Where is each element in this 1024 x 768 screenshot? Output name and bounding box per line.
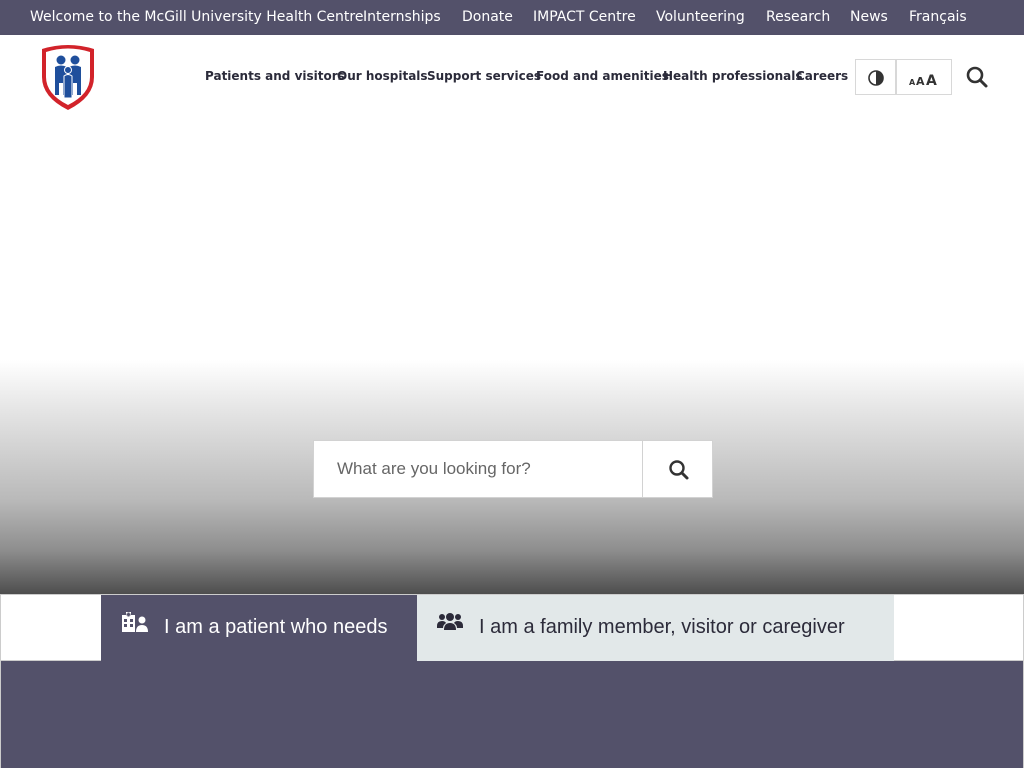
audience-tabs: I am a patient who needs I am a family m… (0, 594, 1024, 661)
topbar-link-donate[interactable]: Donate (462, 0, 513, 35)
search-icon (669, 460, 689, 480)
hero-search-input[interactable] (314, 441, 642, 497)
muhc-logo[interactable] (39, 43, 97, 111)
contrast-icon (868, 70, 884, 86)
font-size-icon: A A A (909, 73, 937, 89)
tab-family[interactable]: I am a family member, visitor or caregiv… (417, 595, 894, 661)
nav-item-careers[interactable]: Careers (796, 69, 848, 83)
hero-search-button[interactable] (642, 440, 713, 498)
topbar-link-language[interactable]: Français (909, 0, 967, 35)
tab-family-label: I am a family member, visitor or caregiv… (479, 616, 845, 638)
topbar-link-research[interactable]: Research (766, 0, 830, 35)
contrast-toggle-button[interactable] (855, 59, 896, 95)
tab-content-panel (0, 661, 1024, 768)
hospital-user-icon (121, 611, 149, 637)
users-icon (437, 612, 463, 636)
topbar-link-internships[interactable]: Internships (363, 0, 441, 35)
font-size-button[interactable]: A A A (896, 59, 952, 95)
nav-item-health-professionals[interactable]: Health professionals (663, 69, 803, 83)
welcome-text: Welcome to the McGill University Health … (30, 9, 364, 25)
svg-text:A: A (926, 73, 937, 89)
topbar-link-impact-centre[interactable]: IMPACT Centre (533, 0, 636, 35)
search-icon (966, 66, 988, 88)
nav-item-food-amenities[interactable]: Food and amenities (536, 69, 669, 83)
tab-patient-label: I am a patient who needs (164, 616, 388, 638)
nav-item-support-services[interactable]: Support services (427, 69, 541, 83)
header-search-button[interactable] (964, 64, 990, 90)
svg-text:A: A (916, 75, 925, 88)
top-utility-bar: Welcome to the McGill University Health … (0, 0, 1024, 35)
main-header: Patients and visitors Our hospitals Supp… (0, 35, 1024, 120)
hero-banner (0, 120, 1024, 594)
topbar-link-volunteering[interactable]: Volunteering (656, 0, 745, 35)
nav-item-our-hospitals[interactable]: Our hospitals (337, 69, 428, 83)
nav-item-patients-visitors[interactable]: Patients and visitors (205, 69, 345, 83)
tab-patient[interactable]: I am a patient who needs (101, 595, 417, 661)
hero-search-box (313, 440, 643, 498)
topbar-link-news[interactable]: News (850, 0, 888, 35)
svg-text:A: A (909, 78, 916, 87)
